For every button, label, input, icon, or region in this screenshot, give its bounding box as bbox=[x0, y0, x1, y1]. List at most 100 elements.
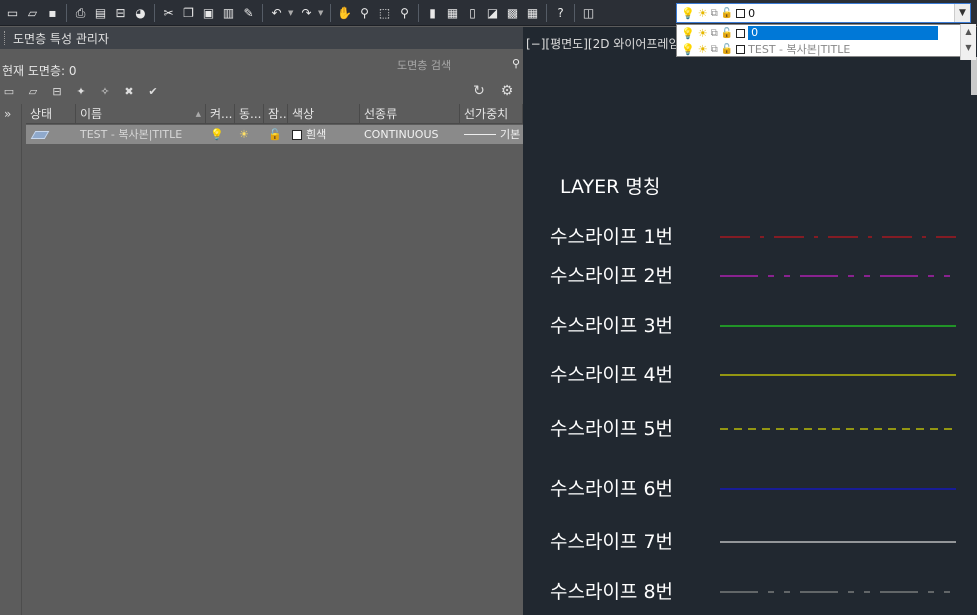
column-color[interactable]: 색상 bbox=[288, 104, 360, 124]
column-freeze[interactable]: 동... bbox=[235, 104, 264, 124]
cell-lock[interactable]: 🔓 bbox=[264, 125, 288, 144]
markup-icon[interactable]: ▩ bbox=[504, 5, 521, 22]
layer-dropdown-item[interactable]: 💡 ☀ ⧉ 🔓 TEST - 복사본|TITLE bbox=[677, 41, 973, 57]
new-property-filter-icon[interactable]: ▭ bbox=[0, 83, 18, 99]
linetype-sample bbox=[720, 541, 956, 543]
copy-icon[interactable]: ❐ bbox=[180, 5, 197, 22]
search-icon[interactable]: ⚲ bbox=[512, 57, 520, 70]
legend-item-label: 수스라이프 8번 bbox=[550, 581, 674, 603]
save-icon[interactable]: ▪ bbox=[44, 5, 61, 22]
properties-icon[interactable]: ▮ bbox=[424, 5, 441, 22]
sheet-set-icon[interactable]: ◪ bbox=[484, 5, 501, 22]
new-layer-icon[interactable]: ✦ bbox=[72, 83, 90, 99]
table-row[interactable]: TEST - 복사본|TITLE 💡 ☀ 🔓 흰색 CONTINUOUS 기본 bbox=[26, 125, 523, 144]
sun-icon: ☀ bbox=[697, 6, 708, 20]
sun-icon[interactable]: ☀ bbox=[698, 43, 708, 56]
light-bulb-icon[interactable]: 💡 bbox=[681, 27, 695, 40]
match-properties-icon[interactable]: ✎ bbox=[240, 5, 257, 22]
column-status[interactable]: 상태 bbox=[26, 104, 76, 124]
search-placeholder: 도면층 검색 bbox=[397, 59, 452, 72]
panel-title-bar[interactable]: 도면층 특성 관리자 bbox=[0, 27, 523, 49]
delete-layer-icon[interactable]: ✖ bbox=[120, 83, 138, 99]
print-icon[interactable]: ⎙ bbox=[72, 5, 89, 22]
cell-color[interactable]: 흰색 bbox=[288, 125, 360, 144]
legend-item-label: 수스라이프 1번 bbox=[550, 226, 674, 248]
light-bulb-icon[interactable]: 💡 bbox=[210, 125, 224, 144]
column-name[interactable]: 이름 ▲ bbox=[76, 104, 206, 124]
layer-states-manager-icon[interactable]: ⊟ bbox=[48, 83, 66, 99]
color-swatch bbox=[736, 28, 746, 38]
zoom-previous-icon[interactable]: ⚲ bbox=[396, 5, 413, 22]
vertical-scrollbar[interactable] bbox=[971, 57, 977, 95]
column-linetype[interactable]: 선종류 bbox=[360, 104, 460, 124]
column-on[interactable]: 켜... bbox=[206, 104, 235, 124]
undo-dropdown-icon[interactable]: ▼ bbox=[288, 9, 295, 17]
chevron-up-icon[interactable]: ▲ bbox=[961, 24, 976, 40]
open-file-icon[interactable]: ▱ bbox=[24, 5, 41, 22]
legend-item: 수스라이프 8번 bbox=[523, 577, 977, 607]
zoom-window-icon[interactable]: ⬚ bbox=[376, 5, 393, 22]
freeze-viewport-icon: ⧉ bbox=[710, 7, 718, 19]
drawing-canvas[interactable]: [−][평면도][2D 와이어프레임] LAYER 명칭 수스라이프 1번 수스라… bbox=[523, 27, 977, 615]
legend-item-label: 수스라이프 2번 bbox=[550, 265, 674, 287]
layer-properties-icon[interactable]: ◫ bbox=[580, 5, 597, 22]
freeze-viewport-icon[interactable]: ⧉ bbox=[711, 44, 718, 55]
cell-linetype[interactable]: CONTINUOUS bbox=[360, 125, 460, 144]
viewport-controls[interactable]: [−][평면도][2D 와이어프레임] bbox=[526, 35, 684, 52]
paste-icon[interactable]: ▣ bbox=[200, 5, 217, 22]
toolbar-separator bbox=[330, 4, 331, 22]
tool-palettes-icon[interactable]: ▯ bbox=[464, 5, 481, 22]
publish-icon[interactable]: ◕ bbox=[132, 5, 149, 22]
new-file-icon[interactable]: ▭ bbox=[4, 5, 21, 22]
legend-item-label: 수스라이프 3번 bbox=[550, 315, 674, 337]
unlock-icon[interactable]: 🔓 bbox=[268, 125, 282, 144]
layer-search-input[interactable]: 도면층 검색 ⚲ bbox=[393, 56, 522, 74]
calculator-icon[interactable]: ▦ bbox=[524, 5, 541, 22]
set-current-icon[interactable]: ✔ bbox=[144, 83, 162, 99]
cut-icon[interactable]: ✂ bbox=[160, 5, 177, 22]
legend-item: 수스라이프 7번 bbox=[523, 527, 977, 557]
undo-icon[interactable]: ↶ bbox=[268, 5, 285, 22]
print-preview-icon[interactable]: ▤ bbox=[92, 5, 109, 22]
paste-block-icon[interactable]: ▥ bbox=[220, 5, 237, 22]
grip-icon[interactable] bbox=[4, 31, 7, 45]
layer-combo-box[interactable]: 💡 ☀ ⧉ 🔓 0 ▼ bbox=[676, 3, 971, 23]
chevron-down-icon[interactable]: ▼ bbox=[961, 40, 976, 56]
legend-item: 수스라이프 2번 bbox=[523, 261, 977, 291]
light-bulb-icon[interactable]: 💡 bbox=[681, 43, 695, 56]
plot-icon[interactable]: ⊟ bbox=[112, 5, 129, 22]
pan-icon[interactable]: ✋ bbox=[336, 5, 353, 22]
legend-item-label: 수스라이프 6번 bbox=[550, 478, 674, 500]
column-lock[interactable]: 잠... bbox=[264, 104, 288, 124]
layer-icon bbox=[30, 130, 50, 139]
chevron-down-icon[interactable]: ▼ bbox=[954, 4, 970, 22]
cell-lineweight-label: 기본 bbox=[500, 128, 521, 141]
freeze-viewport-icon[interactable]: ⧉ bbox=[711, 28, 718, 39]
expand-filter-icon[interactable]: » bbox=[4, 107, 11, 121]
layer-dropdown-item[interactable]: 💡 ☀ ⧉ 🔓 0 bbox=[677, 25, 973, 41]
color-swatch bbox=[736, 44, 746, 54]
cell-name[interactable]: TEST - 복사본|TITLE bbox=[76, 125, 206, 144]
new-layer-vp-frozen-icon[interactable]: ✧ bbox=[96, 83, 114, 99]
sun-icon[interactable]: ☀ bbox=[239, 125, 249, 144]
redo-dropdown-icon[interactable]: ▼ bbox=[318, 9, 325, 17]
unlock-icon: 🔓 bbox=[720, 7, 734, 19]
column-lineweight[interactable]: 선가중치 bbox=[460, 104, 523, 124]
dropdown-scrollbar[interactable]: ▲ ▼ bbox=[960, 24, 976, 60]
cell-on[interactable]: 💡 bbox=[206, 125, 235, 144]
cell-status bbox=[26, 125, 76, 144]
zoom-realtime-icon[interactable]: ⚲ bbox=[356, 5, 373, 22]
new-group-filter-icon[interactable]: ▱ bbox=[24, 83, 42, 99]
cell-lineweight[interactable]: 기본 bbox=[460, 125, 523, 144]
toolbar-icons: ▭ ▱ ▪ ⎙ ▤ ⊟ ◕ ✂ ❐ ▣ ▥ ✎ ↶ ▼ ↷ ▼ ✋ ⚲ ⬚ ⚲ … bbox=[4, 4, 597, 22]
refresh-icon[interactable]: ↻ bbox=[470, 83, 488, 99]
help-icon[interactable]: ? bbox=[552, 5, 569, 22]
gear-icon[interactable]: ⚙ bbox=[498, 83, 516, 99]
cell-freeze[interactable]: ☀ bbox=[235, 125, 264, 144]
unlock-icon[interactable]: 🔓 bbox=[721, 44, 733, 55]
color-swatch bbox=[292, 129, 302, 140]
sun-icon[interactable]: ☀ bbox=[698, 27, 708, 40]
unlock-icon[interactable]: 🔓 bbox=[721, 28, 733, 39]
redo-icon[interactable]: ↷ bbox=[298, 5, 315, 22]
design-center-icon[interactable]: ▦ bbox=[444, 5, 461, 22]
